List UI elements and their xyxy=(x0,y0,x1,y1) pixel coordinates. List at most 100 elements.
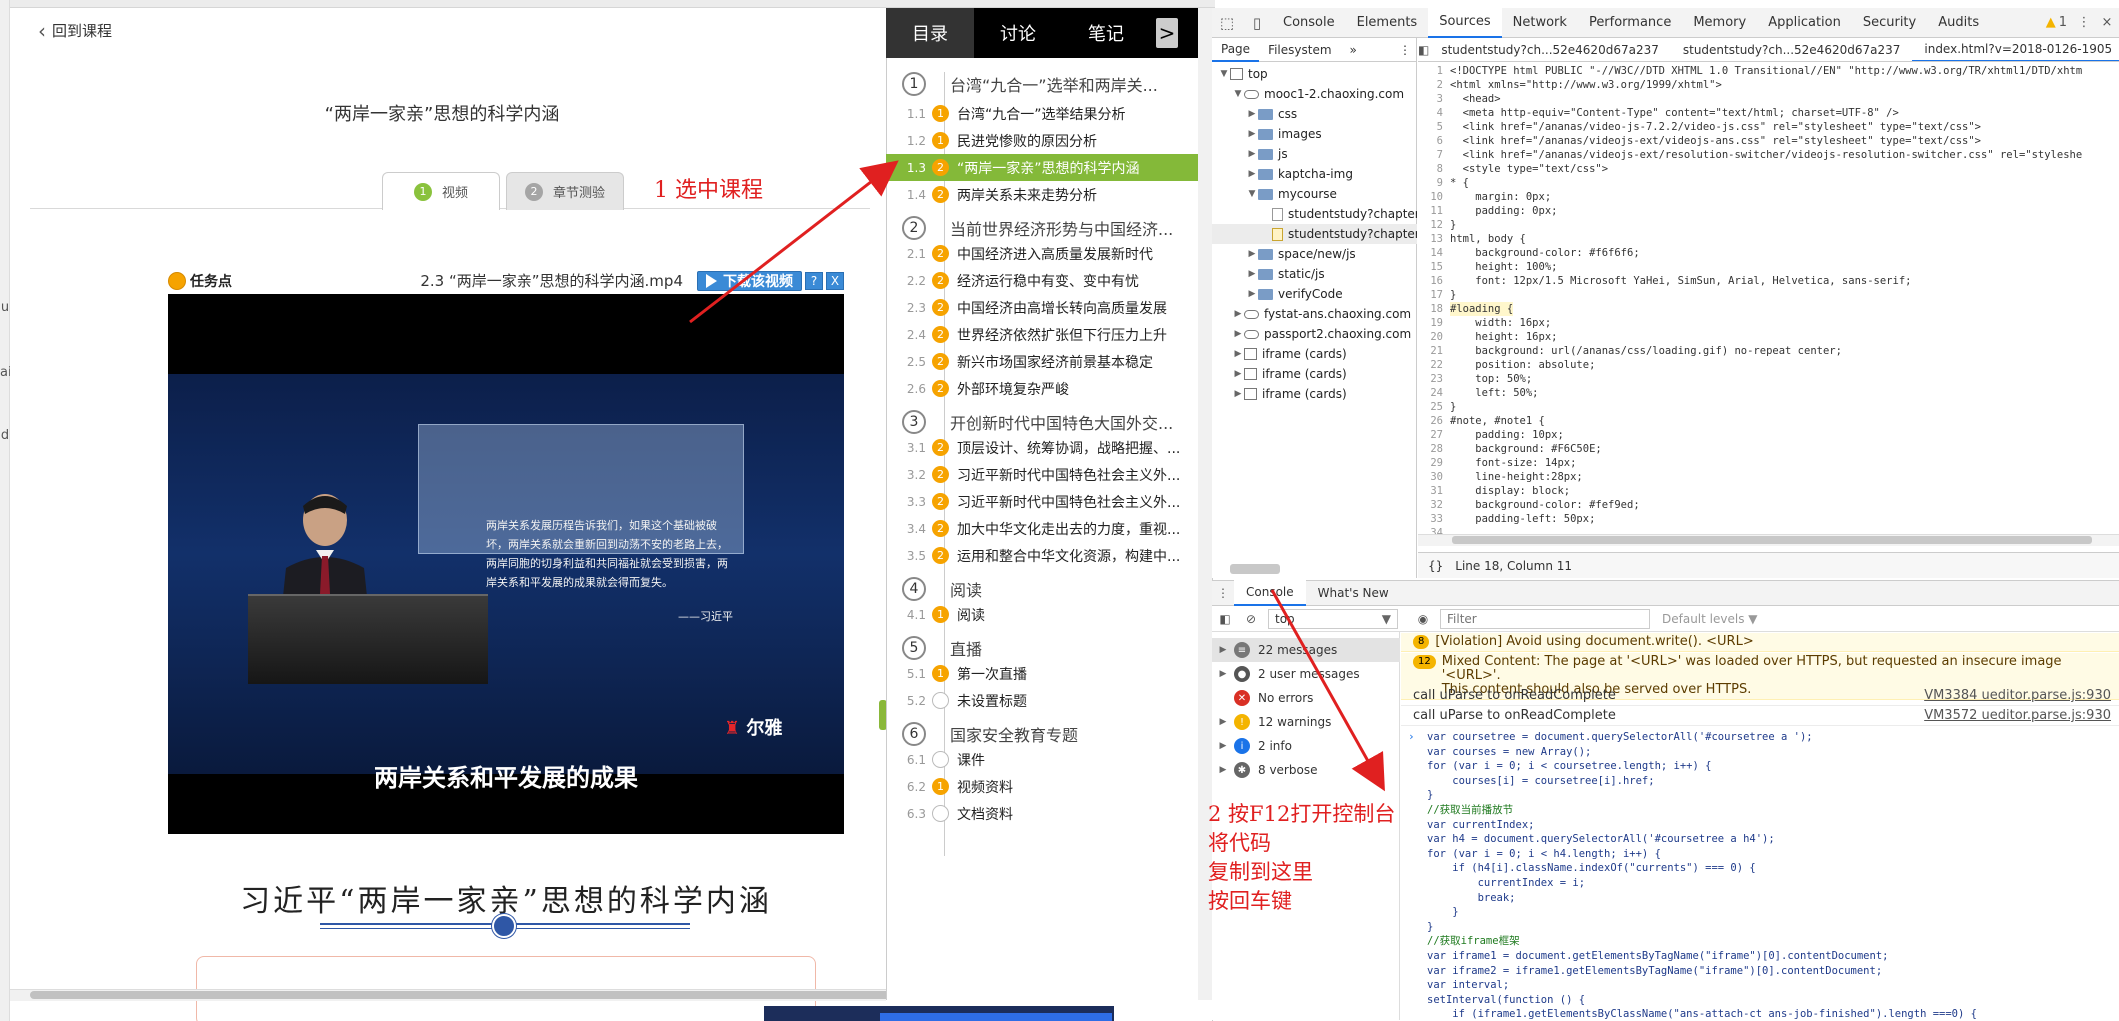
pretty-print-icon[interactable]: {} xyxy=(1428,559,1443,573)
sidebar-toggle-icon[interactable]: ◧ xyxy=(1212,612,1238,626)
filter-input[interactable] xyxy=(1440,608,1650,629)
inspect-element-icon[interactable]: ⬚ xyxy=(1212,8,1242,38)
file-tree-item[interactable]: ▶ css xyxy=(1212,104,1417,124)
catalog-section[interactable]: 3.3 2 习近平新时代中国特色社会主义外... xyxy=(886,488,1198,515)
close-button[interactable]: X xyxy=(826,271,844,290)
file-tree-item[interactable]: ▶ verifyCode xyxy=(1212,284,1417,304)
warning-counter[interactable]: ▲ 1 xyxy=(2046,15,2067,30)
catalog-section[interactable]: 2.3 2 中国经济由高增长转向高质量发展 xyxy=(886,294,1198,321)
file-tree-item[interactable]: ▼ mycourse xyxy=(1212,184,1417,204)
catalog-chapter[interactable]: 1 台湾“九合一”选举和两岸关... xyxy=(886,68,1198,100)
devtools-tab-sources[interactable]: Sources xyxy=(1428,7,1502,38)
tab-video[interactable]: 1 视频 xyxy=(382,172,500,210)
catalog-section[interactable]: 3.4 2 加大中华文化走出去的力度，重视... xyxy=(886,515,1198,542)
tab-discussion[interactable]: 讨论 xyxy=(974,8,1062,58)
more-options-icon[interactable]: ⋮ xyxy=(2073,15,2095,30)
file-tree-item[interactable]: studentstudy?chapterId= xyxy=(1212,204,1417,224)
download-video-button[interactable]: 下载该视频 xyxy=(697,270,802,291)
tab-chapter-test[interactable]: 2 章节测验 xyxy=(506,172,624,210)
console-filter-user[interactable]: ▶ ● 2 user messages xyxy=(1212,662,1400,686)
catalog-section[interactable]: 5.1 1 第一次直播 xyxy=(886,660,1198,687)
task-count-badge: 2 xyxy=(932,186,949,203)
file-tree-item[interactable]: ▶ images xyxy=(1212,124,1417,144)
catalog-section[interactable]: 1.4 2 两岸关系未来走势分析 xyxy=(886,181,1198,208)
devtools-tab-memory[interactable]: Memory xyxy=(1682,8,1757,38)
file-tree-item[interactable]: ▶ space/new/js xyxy=(1212,244,1417,264)
catalog-section[interactable]: 2.6 2 外部环境复杂严峻 xyxy=(886,375,1198,402)
catalog-section[interactable]: 3.2 2 习近平新时代中国特色社会主义外... xyxy=(886,461,1198,488)
catalog-section[interactable]: 2.5 2 新兴市场国家经济前景基本稳定 xyxy=(886,348,1198,375)
help-button[interactable]: ? xyxy=(805,271,823,290)
console-filter-error[interactable]: ✕ No errors xyxy=(1212,686,1400,710)
catalog-section[interactable]: 2.2 2 经济运行稳中有变、变中有忧 xyxy=(886,267,1198,294)
eye-icon[interactable]: ◉ xyxy=(1410,612,1436,626)
section-label: 运用和整合中华文化资源，构建中... xyxy=(957,548,1181,565)
file-tree-item[interactable]: ▶ iframe (cards) xyxy=(1212,364,1417,384)
catalog-section[interactable]: 2.4 2 世界经济依然扩张但下行压力上升 xyxy=(886,321,1198,348)
file-tree-item[interactable]: ▶ kaptcha-img xyxy=(1212,164,1417,184)
toggle-navigator-icon[interactable]: ◧ xyxy=(1418,43,1429,57)
catalog-section[interactable]: 1.3 2 “两岸一家亲”思想的科学内涵 xyxy=(886,154,1198,181)
catalog-section[interactable]: 1.2 1 民进党惨败的原因分析 xyxy=(886,127,1198,154)
file-tree-item[interactable]: ▶ iframe (cards) xyxy=(1212,384,1417,404)
clear-console-icon[interactable]: ⊘ xyxy=(1238,612,1264,626)
console-filter-list[interactable]: ▶ ≡ 22 messages xyxy=(1212,638,1400,662)
video-player[interactable]: 两岸关系发展历程告诉我们，如果这个基础被破坏，两岸关系就会重新回到动荡不安的老路… xyxy=(168,294,844,834)
file-tree-item[interactable]: ▼ top xyxy=(1212,64,1417,84)
file-tree-item[interactable]: ▼ mooc1-2.chaoxing.com xyxy=(1212,84,1417,104)
file-tree-item[interactable]: ▶ static/js xyxy=(1212,264,1417,284)
file-tree-item[interactable]: ▶ js xyxy=(1212,144,1417,164)
levels-select[interactable]: Default levels ▼ xyxy=(1662,612,1758,626)
more-options-icon[interactable]: ⋮ xyxy=(1399,43,1411,57)
device-toolbar-icon[interactable]: ▯ xyxy=(1242,8,1272,38)
devtools-tab-elements[interactable]: Elements xyxy=(1346,8,1429,38)
source-tab[interactable]: studentstudy?ch...52e4620d67a237 xyxy=(1671,38,1913,61)
catalog-section[interactable]: 1.1 1 台湾“九合一”选举结果分析 xyxy=(886,100,1198,127)
context-select[interactable]: top ▼ xyxy=(1268,608,1398,629)
catalog-section[interactable]: 3.1 2 顶层设计、统筹协调，战略把握、... xyxy=(886,434,1198,461)
file-tree-item[interactable]: ▶ fystat-ans.chaoxing.com xyxy=(1212,304,1417,324)
catalog-section[interactable]: 6.1 课件 xyxy=(886,746,1198,773)
tab-console-drawer[interactable]: Console xyxy=(1234,580,1306,606)
message-source-link[interactable]: VM3572 ueditor.parse.js:930 xyxy=(1924,709,2111,723)
catalog-section[interactable]: 6.3 文档资料 xyxy=(886,800,1198,827)
file-tree-item[interactable]: studentstudy?chapterId= xyxy=(1212,224,1417,244)
source-tab[interactable]: studentstudy?ch...52e4620d67a237 xyxy=(1429,38,1671,61)
caret-down-icon: ▼ xyxy=(1220,69,1228,79)
tab-page[interactable]: Page xyxy=(1212,38,1260,62)
console-input[interactable]: var coursetree = document.querySelectorA… xyxy=(1401,730,2119,1021)
devtools-tab-audits[interactable]: Audits xyxy=(1927,8,1990,38)
catalog-section[interactable]: 6.2 1 视频资料 xyxy=(886,773,1198,800)
catalog-section[interactable]: 4.1 1 阅读 xyxy=(886,601,1198,628)
devtools-tab-console[interactable]: Console xyxy=(1272,8,1346,38)
catalog-section[interactable]: 2.1 2 中国经济进入高质量发展新时代 xyxy=(886,240,1198,267)
tab-filesystem[interactable]: Filesystem xyxy=(1259,38,1340,62)
catalog-section[interactable]: 3.5 2 运用和整合中华文化资源，构建中... xyxy=(886,542,1198,569)
console-filter-warning[interactable]: ▶! 12 warnings xyxy=(1212,710,1400,734)
tab-whats-new[interactable]: What's New xyxy=(1306,580,1401,606)
close-devtools-icon[interactable]: × xyxy=(2095,15,2119,30)
console-filter-info[interactable]: ▶ i 2 info xyxy=(1212,734,1400,758)
console-filter-label: No errors xyxy=(1258,691,1314,705)
more-options-icon[interactable]: ⋮ xyxy=(1212,586,1234,600)
section-label: 第一次直播 xyxy=(957,666,1027,683)
devtools-tab-security[interactable]: Security xyxy=(1852,8,1927,38)
tab-catalog[interactable]: 目录 xyxy=(886,8,974,58)
navigator-scroll-thumb[interactable] xyxy=(1230,564,1280,574)
tab-notes[interactable]: 笔记 xyxy=(1062,8,1150,58)
source-tab[interactable]: index.html?v=2018-0126-1905× xyxy=(1912,38,2119,61)
devtools-tab-performance[interactable]: Performance xyxy=(1578,8,1682,38)
code-view[interactable]: 1 <!DOCTYPE html PUBLIC "-//W3C//DTD XHTM… xyxy=(1418,64,2119,540)
file-tree-item[interactable]: ▶ iframe (cards) xyxy=(1212,344,1417,364)
message-source-link[interactable]: VM3384 ueditor.parse.js:930 xyxy=(1924,689,2111,703)
code-scroll-thumb[interactable] xyxy=(1452,536,2092,544)
devtools-tab-network[interactable]: Network xyxy=(1502,8,1578,38)
chevron-right-icon[interactable]: > xyxy=(1156,18,1178,48)
task-count-badge: 1 xyxy=(932,132,949,149)
back-to-course-link[interactable]: ‹ 回到课程 xyxy=(38,20,112,41)
console-filter-verbose[interactable]: ▶ ✱ 8 verbose xyxy=(1212,758,1400,782)
catalog-section[interactable]: 5.2 未设置标题 xyxy=(886,687,1198,714)
more-tabs-icon[interactable]: » xyxy=(1341,38,1366,62)
file-tree-item[interactable]: ▶ passport2.chaoxing.com xyxy=(1212,324,1417,344)
devtools-tab-application[interactable]: Application xyxy=(1757,8,1852,38)
